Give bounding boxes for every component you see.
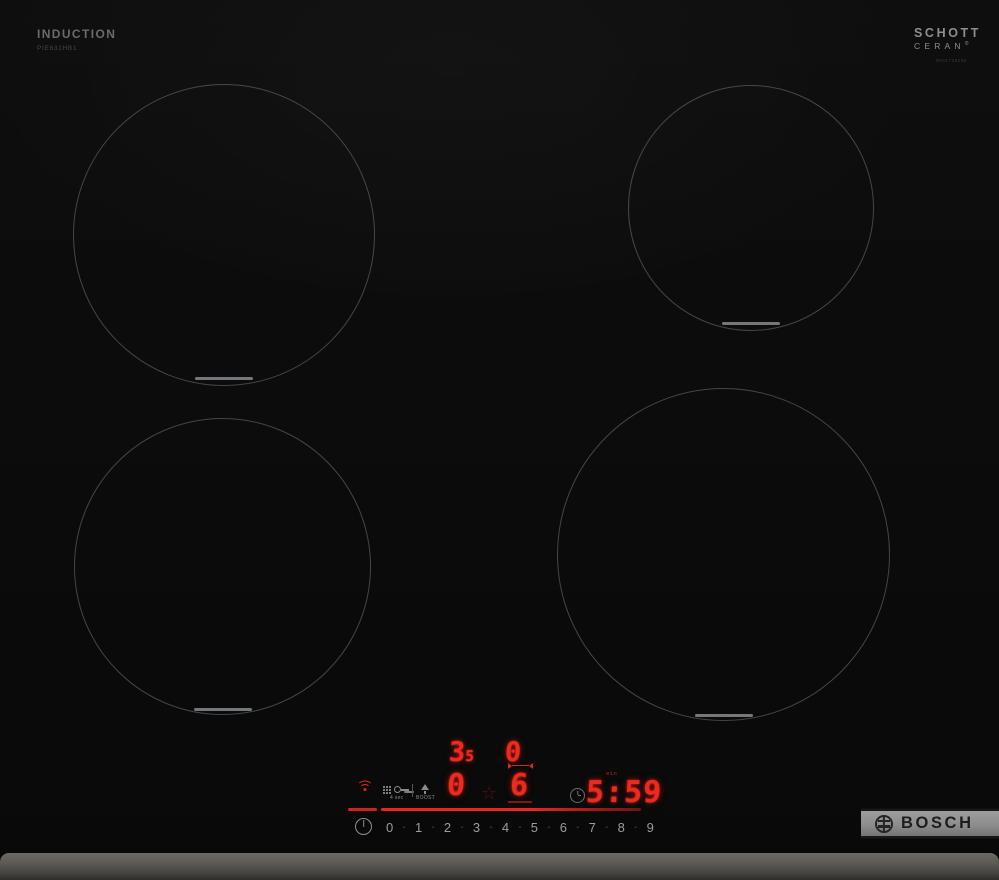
child-lock-label: 4 sec — [390, 795, 404, 801]
key-icon[interactable] — [394, 786, 409, 793]
power-level-4[interactable]: 4 — [502, 820, 509, 835]
cooking-zone-front-right — [557, 388, 890, 721]
icon-divider — [412, 784, 413, 797]
scale-separator: - — [547, 821, 551, 833]
display-rear-left-fraction: 5 — [464, 747, 475, 765]
power-level-5[interactable]: 5 — [531, 820, 538, 835]
power-level-scale[interactable]: 0-1-2-3-4-5-6-7-8-9 — [386, 818, 654, 836]
model-number: PIE631HB1 — [37, 45, 78, 52]
schott-ceran-logo: SCHOTT CERAN® 9001738036 — [914, 26, 986, 63]
power-level-9[interactable]: 9 — [647, 820, 654, 835]
power-level-1[interactable]: 1 — [415, 820, 422, 835]
power-slider-segment-left[interactable] — [348, 808, 377, 811]
registered-mark: ® — [964, 41, 969, 47]
induction-hob-surface: INDUCTION PIE631HB1 SCHOTT CERAN® 900173… — [0, 0, 999, 880]
display-rear-left: 35 — [448, 737, 475, 768]
bosch-wordmark: BOSCH — [901, 814, 974, 832]
clock-icon[interactable] — [570, 788, 585, 803]
boost-label: BOOST — [416, 795, 436, 801]
schott-wordmark: SCHOTT — [914, 26, 981, 40]
scale-separator: - — [402, 821, 406, 833]
pan-position-tick — [193, 707, 252, 711]
scale-separator: - — [431, 821, 435, 833]
power-level-3[interactable]: 3 — [473, 820, 480, 835]
scale-separator: - — [518, 821, 522, 833]
front-bezel — [0, 853, 999, 880]
surface-title: INDUCTION — [37, 27, 117, 41]
wifi-icon — [355, 774, 375, 791]
power-level-0[interactable]: 0 — [386, 820, 393, 835]
display-front-right: 6 — [509, 768, 529, 803]
keypad-grid-icon — [383, 786, 385, 788]
cooking-zone-front-left — [74, 418, 371, 715]
scale-separator: - — [605, 821, 609, 833]
power-level-7[interactable]: 7 — [589, 820, 596, 835]
power-level-6[interactable]: 6 — [560, 820, 567, 835]
boost-arrow-icon[interactable] — [421, 784, 429, 794]
star-icon[interactable]: ☆ — [481, 783, 497, 804]
power-level-8[interactable]: 8 — [618, 820, 625, 835]
pan-position-tick — [694, 713, 753, 717]
power-level-2[interactable]: 2 — [444, 820, 451, 835]
selected-zone-underline — [508, 801, 532, 804]
ceran-wordmark: CERAN® — [914, 41, 969, 51]
pan-position-tick — [195, 376, 253, 380]
bosch-armature-icon — [875, 814, 893, 833]
timer-display: 5:59 — [585, 775, 664, 810]
scale-separator: - — [489, 821, 493, 833]
scale-separator: - — [460, 821, 464, 833]
power-icon[interactable] — [355, 818, 372, 835]
glass-serial-text: 9001738036 — [936, 58, 968, 63]
scale-separator: - — [576, 821, 580, 833]
scale-separator: - — [634, 821, 638, 833]
pan-position-tick — [722, 321, 780, 325]
display-front-left: 0 — [446, 768, 466, 803]
bosch-badge: BOSCH — [861, 811, 999, 836]
power-slider[interactable] — [381, 808, 641, 811]
cooking-zone-rear-right — [628, 85, 874, 331]
cooking-zone-rear-left — [73, 84, 375, 386]
